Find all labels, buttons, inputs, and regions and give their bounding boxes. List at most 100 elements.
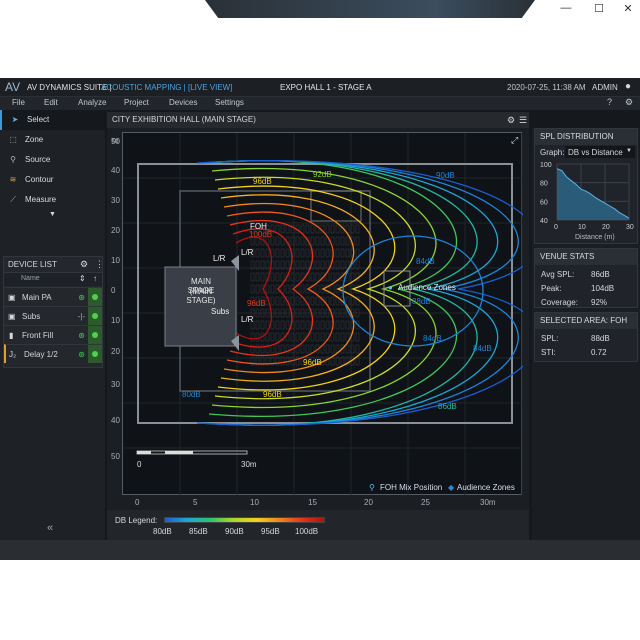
- legend-tick: 95dB: [261, 527, 280, 536]
- speaker-label: L/R: [241, 315, 254, 324]
- tool-zone[interactable]: ⬚ Zone: [0, 130, 105, 150]
- device-settings-icon[interactable]: ⚙: [80, 259, 88, 270]
- graph-select[interactable]: DB vs Distance ▼: [565, 146, 635, 158]
- upload-icon[interactable]: ↑: [93, 274, 97, 283]
- tool-label: Contour: [25, 175, 54, 184]
- seat: [295, 236, 300, 246]
- x-tick: 30: [626, 224, 634, 231]
- link-icon[interactable]: ⊛: [78, 345, 85, 364]
- tool-select[interactable]: ➤ Select: [0, 110, 105, 130]
- stat-row: Peak: 104dB: [541, 284, 614, 293]
- device-row[interactable]: J₂ Delay 1/2 ⊛: [4, 344, 102, 363]
- link-icon[interactable]: ⊛: [78, 288, 85, 307]
- stat-value: 92%: [591, 298, 608, 307]
- map-canvas[interactable]: 100dB 96dB 96dB 92dB 90dB 84dB 88dB 84dB 84dB 96d…: [123, 133, 523, 496]
- seat: [300, 332, 305, 342]
- seat: [270, 284, 275, 294]
- seat: [295, 296, 300, 306]
- tool-source[interactable]: ⚲ Source: [0, 150, 105, 170]
- stat-row: Avg SPL: 86dB: [541, 270, 610, 279]
- tool-label: Zone: [25, 135, 44, 144]
- y-tick: 80: [540, 181, 548, 188]
- graph-label: Graph:: [540, 148, 565, 157]
- collapse-sidebar-icon[interactable]: «: [47, 522, 53, 534]
- seat: [300, 320, 305, 330]
- speaker-label: L/R: [241, 248, 254, 257]
- more-icon[interactable]: ⋮: [95, 259, 104, 270]
- menu-analyze[interactable]: Analyze: [78, 98, 106, 107]
- seat: [320, 320, 325, 330]
- menu-settings[interactable]: Settings: [215, 98, 244, 107]
- menu-file[interactable]: File: [12, 98, 25, 107]
- contour-label: 86dB: [438, 402, 457, 411]
- speaker-label: L/R: [213, 254, 226, 263]
- expand-icon[interactable]: ⤢: [511, 135, 518, 146]
- menu-project[interactable]: Project: [124, 98, 149, 107]
- maximize-button[interactable]: ☐: [589, 2, 609, 16]
- gear-icon[interactable]: ⚙: [625, 97, 633, 108]
- tool-measure[interactable]: ⟋ Measure: [0, 190, 105, 210]
- spl-area: [557, 168, 629, 220]
- x-tick: 0: [554, 224, 558, 231]
- status-indicator[interactable]: [88, 307, 102, 325]
- col-name[interactable]: Name: [21, 275, 40, 282]
- x-tick: 5: [193, 498, 198, 507]
- minimize-button[interactable]: —: [556, 2, 576, 16]
- link-icon[interactable]: ⊛: [78, 326, 85, 345]
- device-row[interactable]: ▮ Front Fill ⊛: [4, 325, 102, 344]
- status-indicator[interactable]: [88, 326, 102, 344]
- scale-start: 0: [137, 460, 142, 469]
- seat: [345, 320, 350, 330]
- seat: [345, 236, 350, 246]
- seat: [355, 332, 360, 342]
- y-tick: 60: [540, 199, 548, 206]
- stat-value: 86dB: [591, 270, 610, 279]
- tool-sidebar: ➤ Select ⬚ Zone ⚲ Source ≋ Contour ⟋ Measure …: [0, 110, 105, 540]
- seat: [280, 296, 285, 306]
- menu-edit[interactable]: Edit: [44, 98, 58, 107]
- expand-tools-icon[interactable]: ▼: [49, 211, 56, 218]
- device-row[interactable]: ▣ Main PA ⊛: [4, 287, 102, 306]
- user-name[interactable]: ADMIN: [592, 83, 618, 92]
- contour-label: 96dB: [303, 358, 322, 367]
- seat: [330, 344, 335, 354]
- status-indicator[interactable]: [88, 288, 102, 306]
- seat: [285, 248, 290, 258]
- close-button[interactable]: ✕: [618, 2, 638, 16]
- seat: [345, 296, 350, 306]
- split-icon[interactable]: -|-: [78, 307, 85, 326]
- db-color-scale: [164, 517, 325, 523]
- contour-label: 96dB: [263, 390, 282, 399]
- y-tick: 40: [111, 166, 120, 175]
- seat: [255, 320, 260, 330]
- y-tick: 40: [540, 218, 548, 225]
- seat: [315, 248, 320, 258]
- seat: [300, 344, 305, 354]
- seat: [295, 320, 300, 330]
- menu-icon[interactable]: ☰: [519, 112, 527, 128]
- user-icon[interactable]: ●: [625, 81, 631, 92]
- seat: [335, 236, 340, 246]
- menu-devices[interactable]: Devices: [169, 98, 197, 107]
- seat: [330, 284, 335, 294]
- seat: [315, 320, 320, 330]
- seat: [270, 272, 275, 282]
- map-settings-icon[interactable]: ⚙: [507, 112, 515, 128]
- seat: [325, 320, 330, 330]
- panel-title: VENUE STATS: [535, 249, 637, 265]
- help-icon[interactable]: ?: [607, 97, 612, 107]
- contour-label: 88dB: [412, 297, 431, 306]
- stage-sublabel: (MAIN STAGE): [186, 287, 216, 305]
- sort-icon[interactable]: ⇕: [79, 274, 86, 283]
- seat: [275, 236, 280, 246]
- status-indicator[interactable]: [88, 345, 102, 363]
- seat: [265, 332, 270, 342]
- acoustic-map[interactable]: 100dB 96dB 96dB 92dB 90dB 84dB 88dB 84dB 84dB 96d…: [122, 132, 523, 496]
- seat: [320, 248, 325, 258]
- contour-line: [229, 219, 313, 357]
- tool-contour[interactable]: ≋ Contour: [0, 170, 105, 190]
- contour-icon: ≋: [9, 175, 17, 184]
- foh-marker-icon[interactable]: ●: [388, 283, 393, 292]
- seat: [255, 248, 260, 258]
- device-row[interactable]: ▣ Subs -|-: [4, 306, 102, 325]
